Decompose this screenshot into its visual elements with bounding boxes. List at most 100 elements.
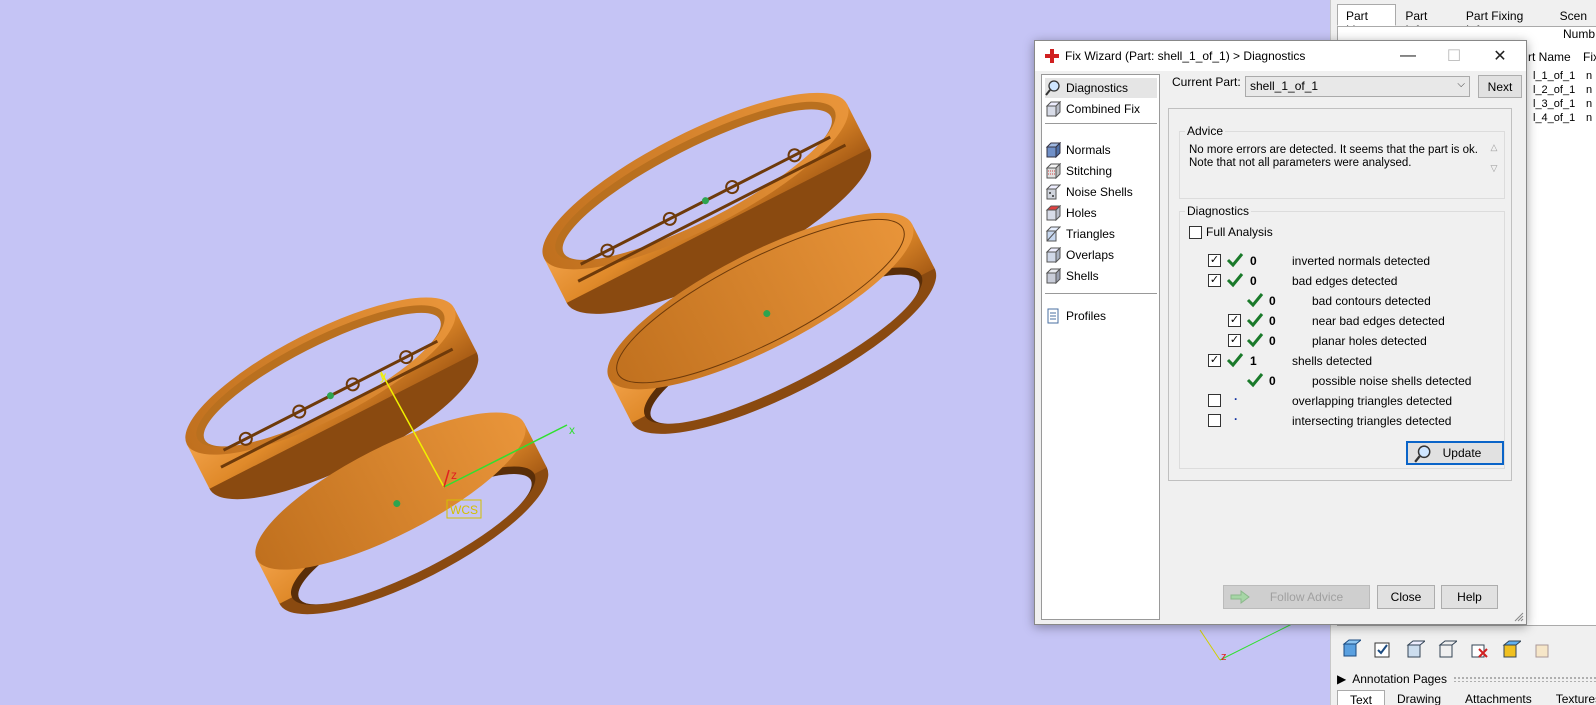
wizard-nav-list: Diagnostics Combined Fix Normals Stitchi… — [1041, 74, 1160, 620]
nav-item-noise-shells[interactable]: Noise Shells — [1045, 182, 1157, 202]
bad-contours-label: bad contours detected — [1312, 294, 1431, 308]
annotation-pages-label: Annotation Pages — [1352, 672, 1447, 686]
noise-shells-icon — [1045, 184, 1061, 200]
help-button[interactable]: Help — [1441, 585, 1498, 609]
nav-item-holes[interactable]: Holes — [1045, 203, 1157, 223]
advice-line-2: Note that not all parameters were analys… — [1189, 157, 1412, 169]
tab-part-info[interactable]: Part Info — [1396, 4, 1457, 37]
nav-divider — [1045, 293, 1157, 294]
pending-dot-icon: · — [1234, 392, 1238, 406]
nav-item-normals[interactable]: Normals — [1045, 140, 1157, 160]
full-analysis-checkbox[interactable] — [1189, 226, 1202, 239]
next-button[interactable]: Next — [1478, 75, 1522, 98]
tab-textures[interactable]: Textures — [1544, 690, 1596, 705]
overlapping-label: overlapping triangles detected — [1292, 394, 1453, 408]
planar-holes-count: 0 — [1269, 334, 1276, 348]
table-row[interactable]: l_2_of_1 — [1533, 84, 1575, 96]
nav-item-label: Profiles — [1066, 309, 1107, 323]
tab-part-list[interactable]: Part List — [1337, 4, 1397, 37]
near-bad-edges-checkbox[interactable]: ✓ — [1228, 314, 1241, 327]
overlapping-checkbox[interactable] — [1208, 394, 1221, 407]
nav-item-label: Holes — [1066, 206, 1097, 220]
nav-item-profiles[interactable]: Profiles — [1045, 306, 1157, 326]
mini-axis-z-label: z — [1221, 651, 1227, 663]
bad-edges-checkbox[interactable]: ✓ — [1208, 274, 1221, 287]
advice-scrollbar[interactable]: △ ▽ — [1487, 142, 1501, 188]
nav-item-diagnostics[interactable]: Diagnostics — [1045, 78, 1157, 98]
texture-icon[interactable] — [1529, 636, 1557, 662]
delete-part-icon[interactable] — [1465, 636, 1493, 662]
cube-wire-icon[interactable] — [1433, 636, 1461, 662]
table-cell-fix: n — [1586, 112, 1593, 124]
cube-outline-icon[interactable] — [1401, 636, 1429, 662]
checkmark-icon — [1246, 293, 1264, 308]
update-label: Update — [1442, 446, 1482, 460]
cube-icon — [1045, 101, 1061, 117]
color-cube-icon[interactable] — [1497, 636, 1525, 662]
tab-attachments[interactable]: Attachments — [1453, 690, 1544, 705]
triangles-icon — [1045, 226, 1061, 242]
nav-item-label: Stitching — [1066, 164, 1113, 178]
close-button[interactable]: Close — [1377, 585, 1435, 609]
shells-count: 1 — [1250, 354, 1257, 368]
pending-dot-icon: · — [1234, 412, 1238, 426]
nav-item-combined-fix[interactable]: Combined Fix — [1045, 99, 1157, 119]
check-cube-icon[interactable] — [1369, 636, 1397, 662]
nav-item-label: Overlaps — [1066, 248, 1115, 262]
follow-advice-label: Follow Advice — [1269, 590, 1344, 604]
planar-holes-checkbox[interactable]: ✓ — [1228, 334, 1241, 347]
tab-part-fixing-info[interactable]: Part Fixing Info — [1457, 4, 1551, 37]
current-part-select[interactable]: shell_1_of_1 ⌵ — [1245, 76, 1470, 97]
resize-grip-icon[interactable] — [1514, 612, 1524, 622]
checkmark-icon — [1226, 353, 1244, 368]
dialog-title-bar[interactable]: Fix Wizard (Part: shell_1_of_1) > Diagno… — [1035, 41, 1526, 71]
stitching-icon — [1045, 163, 1061, 179]
shells-label: shells detected — [1292, 354, 1373, 368]
current-part-value: shell_1_of_1 — [1250, 79, 1319, 93]
cube-select-icon[interactable] — [1337, 636, 1365, 662]
follow-advice-button[interactable]: Follow Advice — [1223, 585, 1370, 609]
table-row[interactable]: l_1_of_1 — [1533, 70, 1575, 82]
inverted-normals-count: 0 — [1250, 254, 1257, 268]
tab-drawing[interactable]: Drawing — [1385, 690, 1453, 705]
advice-group-title: Advice — [1185, 124, 1226, 138]
inverted-normals-label: inverted normals detected — [1292, 254, 1431, 268]
minimize-button[interactable]: — — [1385, 41, 1431, 71]
close-window-button[interactable]: ✕ — [1477, 41, 1523, 71]
nav-item-label: Shells — [1066, 269, 1099, 283]
intersecting-checkbox[interactable] — [1208, 414, 1221, 427]
advice-line-1: No more errors are detected. It seems th… — [1189, 144, 1478, 156]
shells-icon — [1045, 268, 1061, 284]
annotation-tabs: Text Drawing Attachments Textures — [1337, 690, 1596, 705]
tab-scene[interactable]: Scen — [1551, 4, 1596, 26]
checkmark-icon — [1246, 313, 1264, 328]
inverted-normals-checkbox[interactable]: ✓ — [1208, 254, 1221, 267]
nav-item-label: Normals — [1066, 143, 1111, 157]
table-cell-fix: n — [1586, 98, 1593, 110]
shells-checkbox[interactable]: ✓ — [1208, 354, 1221, 367]
diagnostics-group-title: Diagnostics — [1185, 204, 1252, 218]
diagnostics-group: Diagnostics Full Analysis ✓ 0 inverted n… — [1179, 204, 1505, 469]
nav-item-triangles[interactable]: Triangles — [1045, 224, 1157, 244]
expand-arrow-icon[interactable]: ▶ — [1337, 672, 1346, 686]
nav-divider — [1045, 123, 1157, 124]
profiles-icon — [1047, 308, 1059, 324]
tab-text[interactable]: Text — [1337, 690, 1386, 705]
maximize-button[interactable]: ☐ — [1431, 41, 1477, 71]
table-row[interactable]: l_3_of_1 — [1533, 98, 1575, 110]
mini-axes-indicator: z — [1199, 619, 1301, 663]
full-analysis-label: Full Analysis — [1206, 225, 1273, 239]
nav-item-overlaps[interactable]: Overlaps — [1045, 245, 1157, 265]
splitter-handle[interactable] — [1452, 676, 1596, 682]
nav-item-stitching[interactable]: Stitching — [1045, 161, 1157, 181]
bad-contours-count: 0 — [1269, 294, 1276, 308]
diagnostics-panel: Advice No more errors are detected. It s… — [1168, 108, 1512, 481]
nav-item-label: Triangles — [1066, 227, 1115, 241]
checkmark-icon — [1246, 373, 1264, 388]
nav-item-shells[interactable]: Shells — [1045, 266, 1157, 286]
chevron-down-icon: ⌵ — [1457, 79, 1465, 90]
table-row[interactable]: l_4_of_1 — [1533, 112, 1575, 124]
right-panel-tabs: Part List Part Info Part Fixing Info Sce… — [1337, 4, 1596, 37]
update-button[interactable]: Update — [1406, 441, 1504, 465]
annotation-pages-header[interactable]: ▶ Annotation Pages — [1337, 670, 1596, 688]
